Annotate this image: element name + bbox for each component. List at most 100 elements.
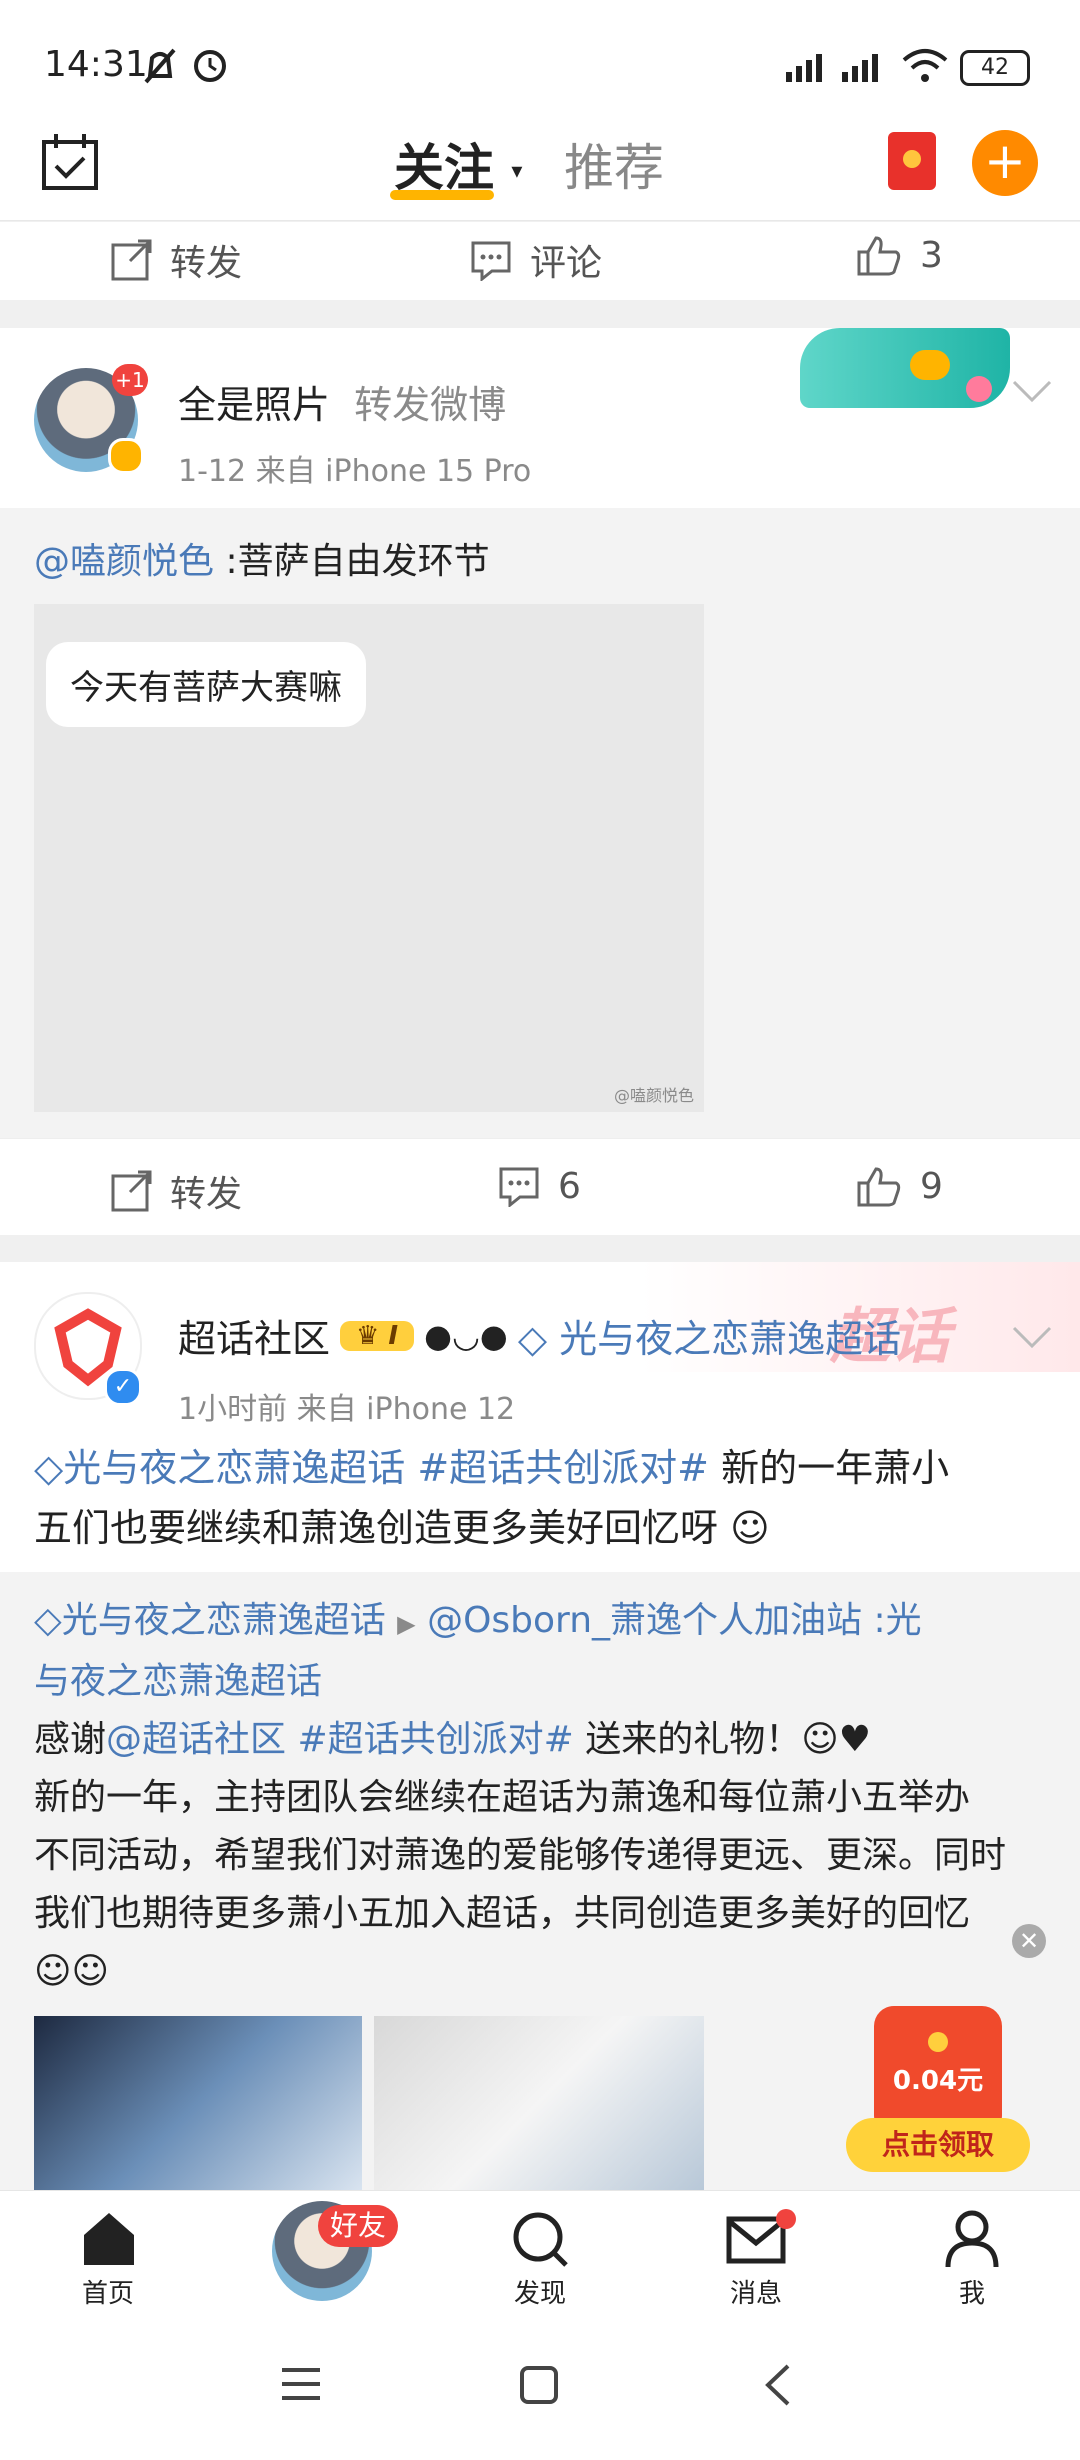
repost-icon [111, 1170, 152, 1212]
post-meta: 1小时前 来自 iPhone 12 [178, 1392, 516, 1427]
like-count: 3 [920, 234, 943, 276]
red-packet-widget[interactable]: 0.04元 [874, 2006, 1002, 2136]
quote-text: :菩萨自由发环节 [214, 541, 490, 582]
image-watermark: @嗑颜悦色 [613, 1086, 694, 1105]
hashtag-link[interactable]: #超话共创派对# [417, 1446, 709, 1490]
post-meta: 1-12 来自 iPhone 15 Pro [178, 454, 532, 489]
topic-label: 光与夜之恋萧逸超话 [61, 1600, 386, 1641]
tab-active-indicator [390, 190, 494, 200]
repost-button[interactable]: 转发 [110, 234, 242, 286]
quoted-user-link[interactable]: @嗑颜悦色 [34, 541, 214, 582]
post-text-part: 五们也要继续和萧逸创造更多美好回忆呀 [34, 1506, 719, 1550]
search-icon [513, 2212, 568, 2267]
close-icon[interactable]: ✕ [1012, 1924, 1046, 1958]
repost-button[interactable]: 转发 [110, 1165, 242, 1217]
post-action-text: 转发微博 [354, 383, 507, 427]
nav-discover-label: 发现 [513, 2279, 566, 2309]
red-envelope-icon[interactable] [888, 132, 936, 190]
post-image[interactable] [34, 2016, 362, 2190]
bottom-navigation: 首页 好友 发现 消息 我 [0, 2190, 1080, 2321]
nav-messages[interactable]: 消息 [696, 2209, 816, 2309]
repost-block: @嗑颜悦色 :菩萨自由发环节 今天有菩萨大赛嘛 @嗑颜悦色 [0, 508, 1080, 1138]
home-square-icon[interactable] [518, 2364, 560, 2406]
post-text: ◇光与夜之恋萧逸超话 #超话共创派对# 新的一年萧小 五们也要继续和萧逸创造更多… [34, 1438, 1054, 1558]
top-navigation: 关注 ▾ 推荐 + [0, 110, 1080, 221]
signal-icon [786, 54, 878, 82]
nav-discover[interactable]: 发现 [480, 2209, 600, 2309]
tab-follow[interactable]: 关注 ▾ [390, 128, 523, 200]
nav-home-label: 首页 [81, 2279, 134, 2309]
topic-label: 与夜之恋萧逸超话 [34, 1661, 323, 1702]
compose-plus-button[interactable]: + [972, 130, 1038, 196]
menu-icon[interactable] [280, 2364, 322, 2404]
alarm-muted-icon [144, 48, 226, 84]
thumbs-up-icon [857, 1167, 901, 1207]
like-button[interactable]: 9 [856, 1165, 943, 1207]
text-part: 送来的礼物！ [573, 1719, 802, 1760]
verified-badge-icon [108, 438, 144, 474]
battery-level: 42 [981, 55, 1009, 80]
hashtag-link[interactable]: #超话共创派对# [286, 1719, 573, 1760]
topic-label: 光与夜之恋萧逸超话 [559, 1317, 902, 1361]
text-part: 不同活动，希望我们对萧逸的爱能够传递得更远、更深。同时 [34, 1835, 1007, 1876]
back-icon[interactable] [762, 2362, 792, 2408]
member-level-badge: ♛ I [340, 1320, 415, 1351]
nav-me-label: 我 [958, 2279, 985, 2309]
wifi-icon [902, 49, 948, 82]
panda-icon: ●◡● [424, 1316, 508, 1355]
like-button[interactable]: 3 [856, 234, 943, 276]
chevron-down-icon[interactable] [1010, 376, 1054, 406]
image-caption-bubble: 今天有菩萨大赛嘛 [46, 642, 366, 727]
repost-label: 转发 [170, 1174, 243, 1215]
repost-label: 转发 [170, 243, 243, 284]
topic-link[interactable]: ◇光与夜之恋萧逸超话 [34, 1600, 386, 1641]
comment-icon [471, 241, 511, 281]
topic-link[interactable]: ◇光与夜之恋萧逸超话 [34, 1446, 405, 1490]
author-name[interactable]: 超话社区 [178, 1308, 330, 1363]
calendar-check-icon[interactable] [40, 132, 100, 192]
battery-icon: 42 [960, 50, 1030, 86]
user-icon [945, 2210, 999, 2268]
comment-button[interactable]: 评论 [470, 234, 602, 286]
repost-icon [111, 239, 152, 281]
text-part: 感谢 [34, 1719, 107, 1760]
thumbs-up-icon [857, 236, 901, 276]
red-packet-amount: 0.04元 [892, 2066, 984, 2096]
nav-messages-label: 消息 [729, 2279, 782, 2309]
claim-button[interactable]: 点击领取 [846, 2118, 1030, 2172]
repost-text: ◇光与夜之恋萧逸超话 ▶ @Osborn_萧逸个人加油站 :光 与夜之恋萧逸超话 … [34, 1592, 1054, 2001]
topic-label: 光与夜之恋萧逸超话 [63, 1446, 406, 1490]
emoji-icon: ☺☺ [34, 1951, 110, 1992]
user-link[interactable]: @超话社区 [106, 1719, 286, 1760]
post-image[interactable] [374, 2016, 704, 2190]
chevron-down-icon[interactable] [1010, 1322, 1054, 1352]
nav-me[interactable]: 我 [912, 2209, 1032, 2309]
chevron-down-icon: ▾ [511, 159, 523, 184]
comment-count: 6 [558, 1165, 581, 1207]
text-part: 新的一年，主持团队会继续在超话为萧逸和每位萧小五举办 [34, 1777, 971, 1818]
post-action-bar: 转发 评论 3 [0, 222, 1080, 300]
author-label: 全是照片 [178, 383, 331, 427]
member-level: I [388, 1320, 399, 1351]
nav-friends-badge[interactable]: 好友 [318, 2205, 398, 2247]
topic-link[interactable]: ◇ 光与夜之恋萧逸超话 [518, 1308, 901, 1363]
tab-follow-label: 关注 [394, 139, 494, 197]
comment-icon [499, 1167, 539, 1207]
repost-user-link[interactable]: @Osborn_萧逸个人加油站 [427, 1600, 862, 1641]
verified-badge-icon: ✓ [104, 1368, 142, 1406]
author-line: 超话社区 ♛ I ●◡● ◇ 光与夜之恋萧逸超话 [178, 1308, 901, 1363]
comment-button[interactable]: 6 [498, 1165, 581, 1207]
card-decoration [800, 328, 1010, 408]
tab-recommend[interactable]: 推荐 [564, 128, 664, 200]
play-arrow-icon: ▶ [397, 1610, 416, 1638]
emoji-icon: ☺ [718, 1506, 770, 1550]
home-icon [84, 2213, 134, 2265]
quote-line: @嗑颜悦色 :菩萨自由发环节 [34, 532, 490, 584]
like-count: 9 [920, 1165, 943, 1207]
post-action-bar: 转发 6 9 [0, 1138, 1080, 1235]
author-name[interactable]: 全是照片 转发微博 [178, 374, 506, 429]
nav-home[interactable]: 首页 [48, 2209, 168, 2309]
post-image[interactable]: 今天有菩萨大赛嘛 @嗑颜悦色 [34, 604, 704, 1112]
topic-label: :光 [862, 1600, 922, 1641]
unread-dot [776, 2209, 796, 2229]
